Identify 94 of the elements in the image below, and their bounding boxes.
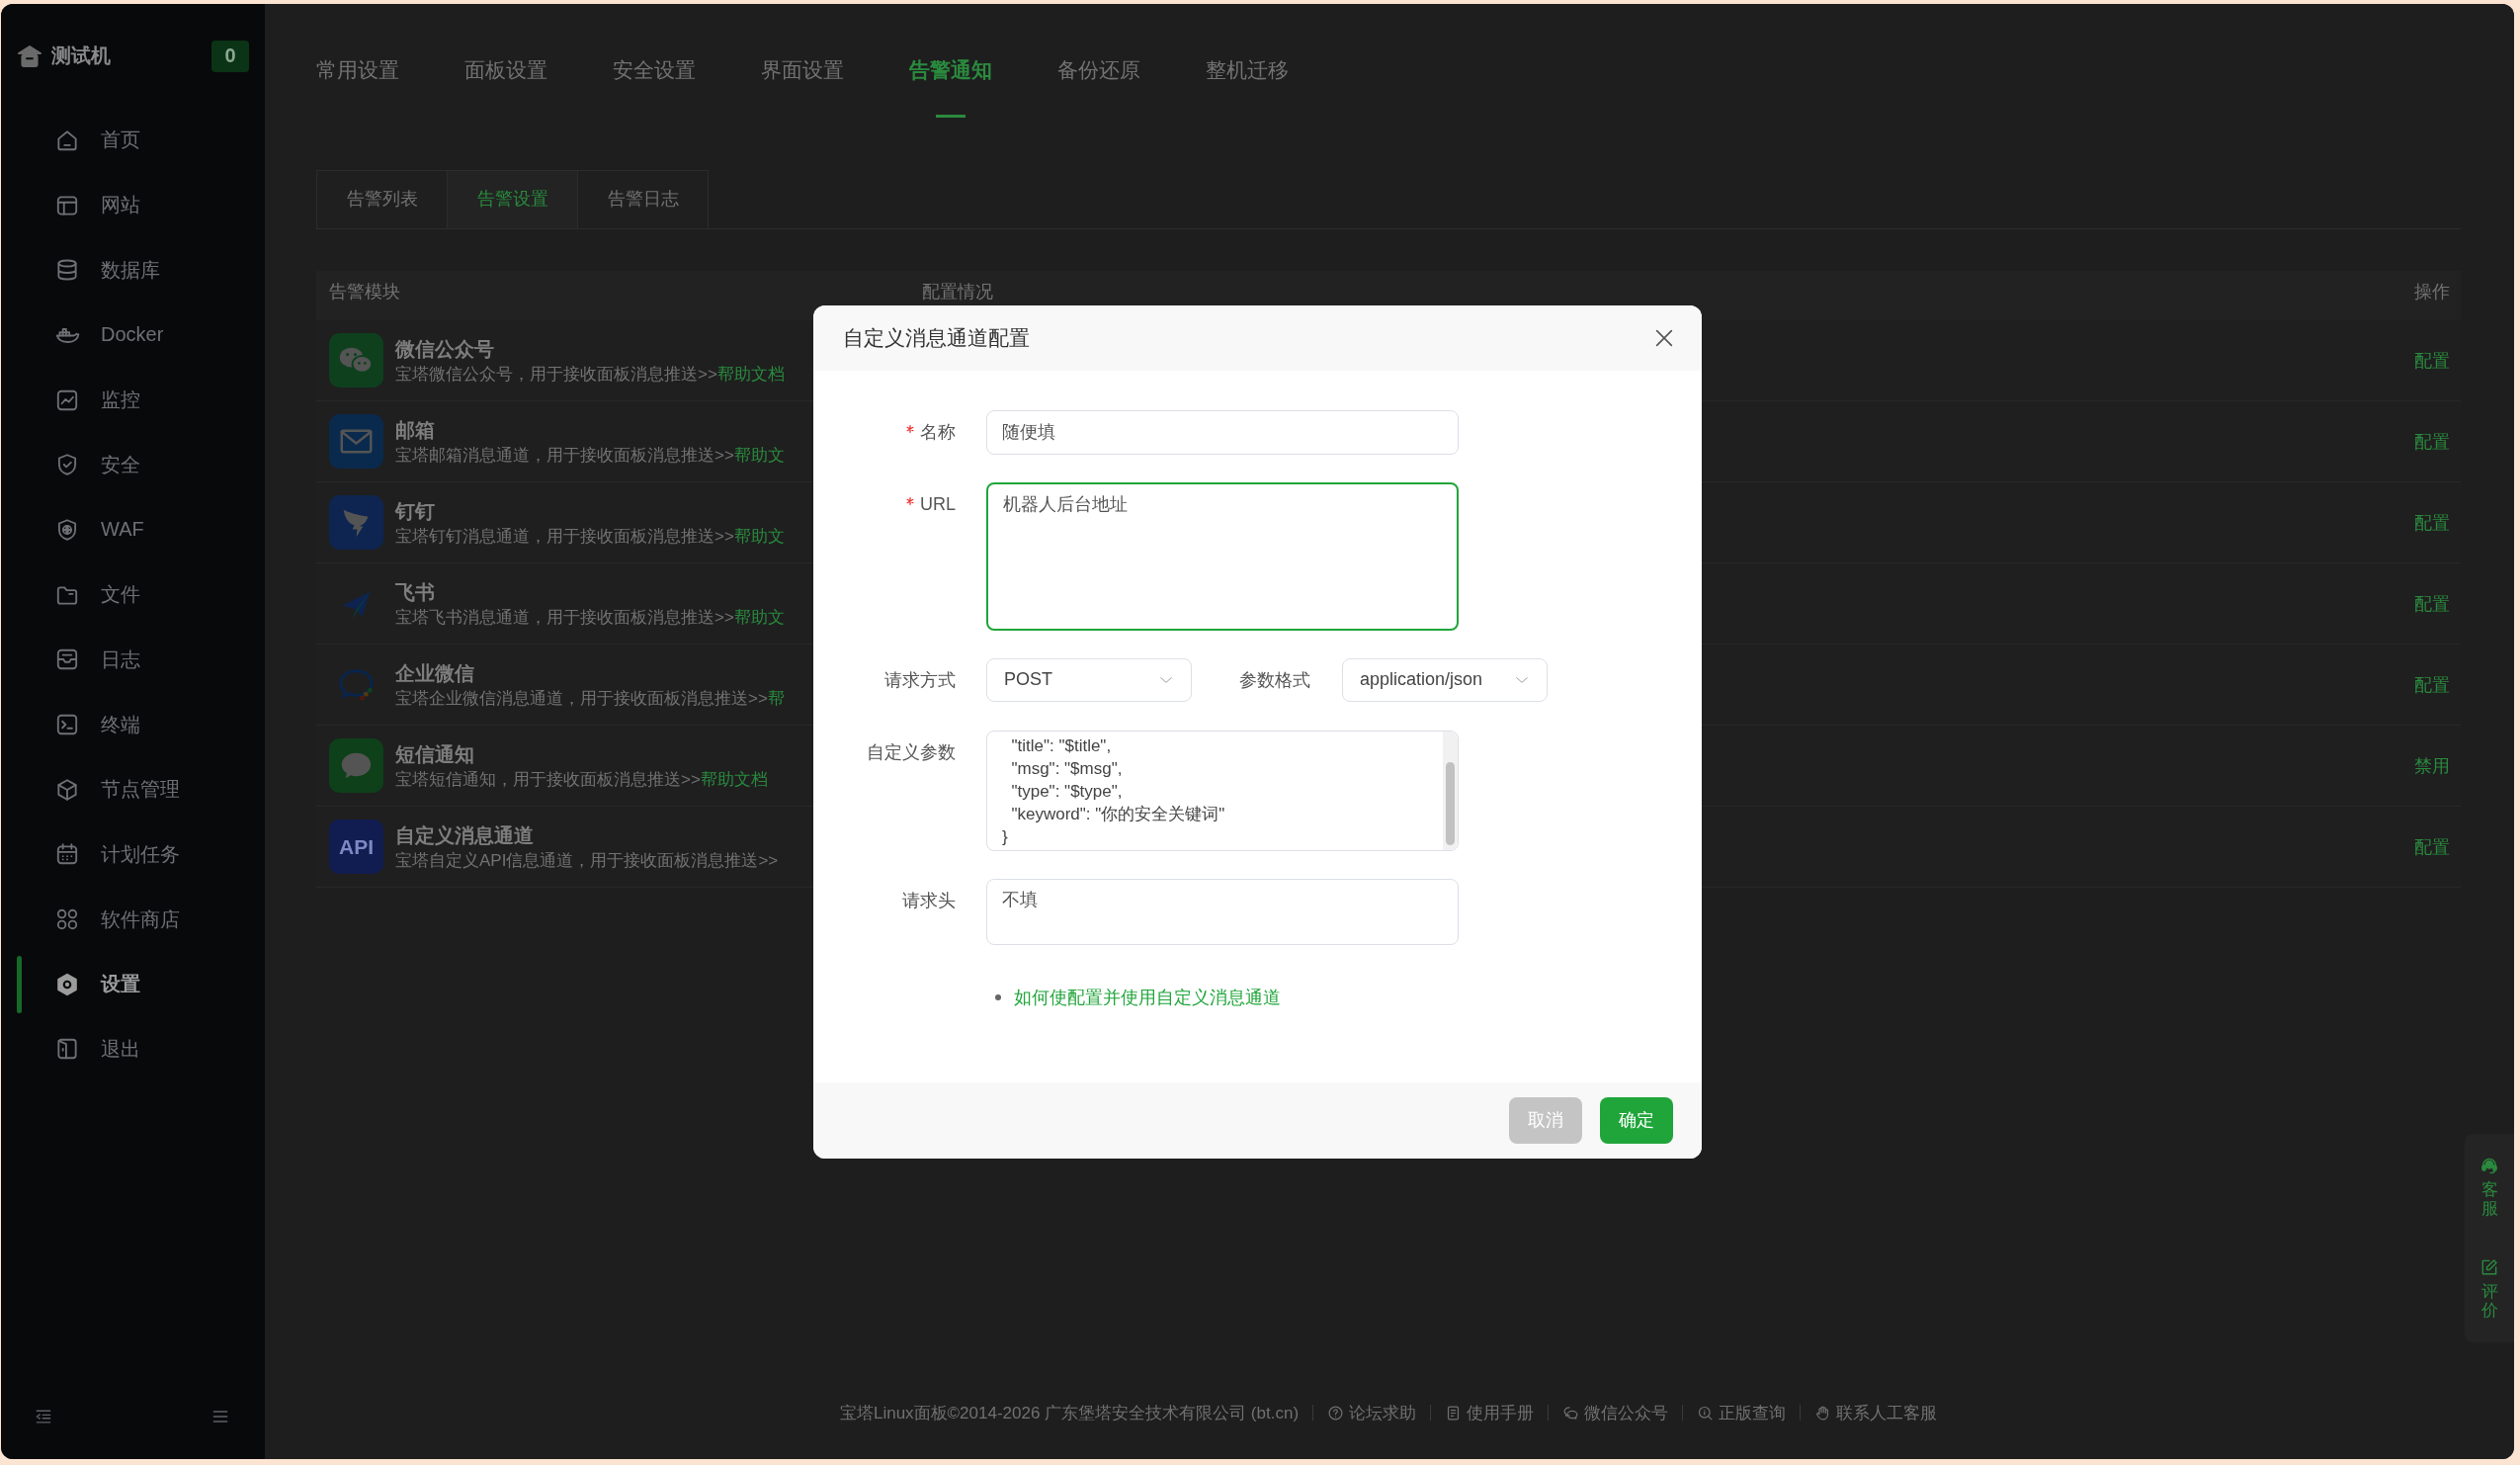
sidebar-item[interactable]: 数据库: [1, 237, 265, 303]
bullet-icon: [995, 993, 1001, 1000]
select-field[interactable]: application/json: [1342, 657, 1548, 702]
field-label: 自定义参数: [867, 741, 956, 764]
field-label: 参数格式: [1239, 668, 1310, 692]
sidebar-item[interactable]: 计划任务: [1, 821, 265, 888]
module-description: 宝塔自定义API信息通道，用于接收面板消息推送>>: [395, 849, 779, 872]
module-title: 微信公众号: [395, 336, 495, 362]
input-field[interactable]: 随便填: [986, 409, 1459, 455]
speech-bubble-icon: [329, 738, 383, 793]
copyright-text: 宝塔Linux面板©2014-2026 广东堡塔安全技术有限公司 (bt.cn): [839, 1402, 1300, 1424]
tab[interactable]: 告警设置: [447, 170, 578, 228]
action-link[interactable]: 禁用: [2414, 753, 2450, 778]
module-description: 宝塔短信通知，用于接收面板消息推送>>帮助文档: [395, 768, 768, 791]
column-header: 告警模块: [329, 281, 401, 302]
column-header: 操作: [2414, 281, 2450, 302]
module-title: 邮箱: [395, 417, 436, 443]
tab[interactable]: 常用设置: [316, 44, 399, 118]
module-title: 企业微信: [395, 660, 475, 686]
field-label: 请求头: [902, 890, 956, 912]
chat-bubbles-icon: [1562, 1404, 1580, 1422]
tab[interactable]: 告警通知: [909, 44, 992, 118]
footer-link[interactable]: 正版查询: [1697, 1401, 1787, 1424]
field-label: URL: [920, 493, 956, 515]
panel-button[interactable]: 客服: [2479, 1156, 2499, 1219]
action-link[interactable]: 配置: [2414, 672, 2450, 697]
envelope-icon: [329, 414, 383, 469]
action-link[interactable]: 配置: [2414, 591, 2450, 616]
code-field[interactable]: "title": "$title", "msg": "$msg", "type": "$type", "keyword": "你的安全关键词" }: [986, 730, 1459, 851]
tab[interactable]: 告警日志: [577, 170, 709, 228]
module-title: 自定义消息通道: [395, 822, 535, 848]
help-link[interactable]: 帮助文档: [700, 769, 768, 789]
cube-icon: [54, 776, 80, 803]
sidebar-item[interactable]: 退出: [1, 1016, 265, 1082]
help-link[interactable]: 帮助文档: [716, 364, 785, 384]
wing-icon: [329, 495, 383, 550]
help-circle-icon: [1327, 1404, 1345, 1422]
help-link[interactable]: 帮助文: [733, 445, 785, 465]
sidebar-item[interactable]: 安全: [1, 432, 265, 498]
sidebar-item[interactable]: 文件: [1, 561, 265, 628]
help-link[interactable]: 帮: [767, 688, 785, 708]
sidebar-item[interactable]: 软件商店: [1, 887, 265, 952]
settings-icon: [54, 971, 80, 997]
action-link[interactable]: 配置: [2414, 510, 2450, 535]
panel-button[interactable]: 评价: [2479, 1257, 2499, 1321]
module-description: 宝塔飞书消息通道，用于接收面板消息推送>>帮助文: [395, 606, 785, 629]
sidebar-item[interactable]: 终端: [1, 692, 265, 757]
textarea-field[interactable]: 不填: [986, 878, 1459, 945]
field-label: 请求方式: [884, 669, 956, 692]
scrollbar[interactable]: [1443, 731, 1458, 850]
server-name: 测试机: [51, 43, 111, 68]
tab[interactable]: 告警列表: [316, 170, 448, 228]
action-link[interactable]: 配置: [2414, 834, 2450, 859]
column-header: 配置情况: [922, 281, 994, 302]
action-link[interactable]: 配置: [2414, 429, 2450, 454]
sidebar-item[interactable]: 网站: [1, 172, 265, 238]
api-logo: API: [329, 819, 383, 874]
action-link[interactable]: 配置: [2414, 348, 2450, 373]
tab[interactable]: 界面设置: [761, 44, 844, 118]
footer-link[interactable]: 微信公众号: [1562, 1401, 1669, 1424]
module-description: 宝塔微信公众号，用于接收面板消息推送>>帮助文档: [395, 363, 785, 386]
count-badge: 0: [211, 40, 249, 72]
field-label: 名称: [920, 421, 956, 444]
search-icon: [1697, 1404, 1715, 1422]
sidebar-item[interactable]: Docker: [1, 302, 265, 368]
module-description: 宝塔钉钉消息通道，用于接收面板消息推送>>帮助文: [395, 525, 785, 548]
confirm-button[interactable]: 确定: [1600, 1096, 1673, 1144]
collapse-icon[interactable]: [34, 1407, 53, 1426]
module-title: 飞书: [395, 579, 436, 605]
headset-icon: [2479, 1156, 2499, 1175]
help-link[interactable]: 帮助文: [733, 526, 785, 546]
sidebar-item[interactable]: 节点管理: [1, 756, 265, 822]
tab[interactable]: 安全设置: [613, 44, 696, 118]
tab[interactable]: 备份还原: [1057, 44, 1140, 118]
sidebar-item[interactable]: 设置: [1, 951, 265, 1017]
dialog-title: 自定义消息通道配置: [843, 324, 1031, 351]
sidebar-item[interactable]: 监控: [1, 367, 265, 433]
tab[interactable]: 面板设置: [464, 44, 547, 118]
textarea-field[interactable]: 机器人后台地址: [986, 481, 1459, 631]
footer-link[interactable]: 论坛求助: [1327, 1401, 1417, 1424]
sidebar-item[interactable]: 日志: [1, 627, 265, 693]
module-title: 短信通知: [395, 741, 475, 767]
sidebar-item[interactable]: WAF: [1, 497, 265, 562]
tab[interactable]: 整机迁移: [1206, 44, 1289, 118]
help-link[interactable]: 如何使配置并使用自定义消息通道: [1014, 986, 1281, 1008]
module-description: 宝塔企业微信消息通道，用于接收面板消息推送>>帮: [395, 687, 785, 710]
select-field[interactable]: POST: [986, 657, 1192, 702]
help-link[interactable]: 帮助文: [733, 607, 785, 627]
sidebar-item[interactable]: 首页: [1, 108, 265, 173]
footer-link[interactable]: 联系人工客服: [1814, 1401, 1938, 1424]
chat-bubbles-icon: [329, 333, 383, 388]
module-title: 钉钉: [395, 498, 436, 524]
footer-link[interactable]: 使用手册: [1445, 1401, 1535, 1424]
module-description: 宝塔邮箱消息通道，用于接收面板消息推送>>帮助文: [395, 444, 785, 467]
